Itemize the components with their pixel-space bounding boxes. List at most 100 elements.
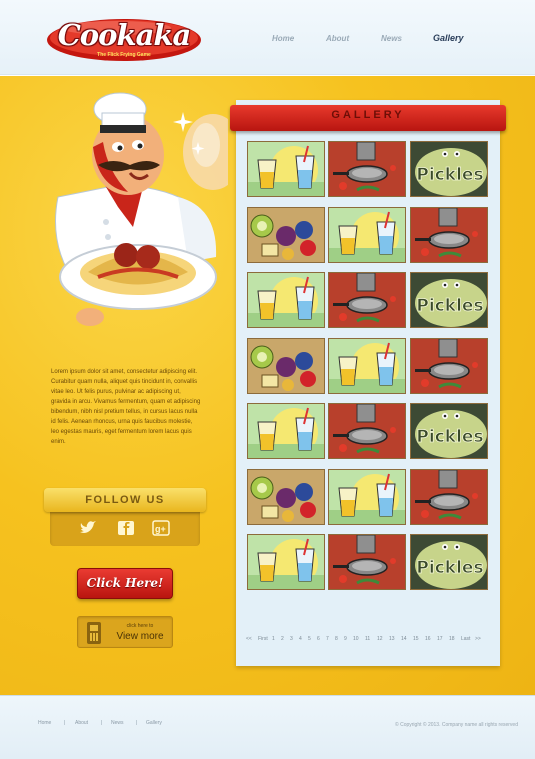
logo-text: Cookaka	[57, 18, 192, 52]
footer-link-about[interactable]: About	[75, 720, 88, 726]
gallery-thumbnail[interactable]	[410, 469, 488, 525]
google-plus-icon[interactable]: g+	[152, 520, 170, 536]
page-link[interactable]: 4	[299, 636, 302, 642]
copyright-text: © Copyright © 2013. Company name all rig…	[395, 722, 518, 728]
gallery-thumbnail[interactable]	[247, 207, 325, 263]
footer-link-gallery[interactable]: Gallery	[146, 720, 162, 726]
pan-artwork	[329, 535, 405, 589]
page-link[interactable]: 7	[326, 636, 329, 642]
pickles-artwork: Pickles	[411, 273, 487, 327]
twitter-icon[interactable]	[79, 520, 97, 536]
footer-separator: |	[136, 720, 138, 726]
gallery-banner: GALLERY	[230, 105, 506, 131]
page-link[interactable]: 6	[317, 636, 320, 642]
follow-us-box: g+ FOLLOW US	[44, 488, 206, 546]
nav-home[interactable]: Home	[272, 34, 294, 43]
page-link[interactable]: Last	[461, 636, 470, 642]
pan-artwork	[411, 339, 487, 393]
pan-artwork	[329, 142, 405, 196]
page-link[interactable]: 11	[365, 636, 370, 642]
pan-artwork	[329, 404, 405, 458]
page-link[interactable]: 2	[281, 636, 284, 642]
nav-gallery[interactable]: Gallery	[433, 33, 464, 43]
drinks-artwork	[248, 273, 324, 327]
page-link[interactable]: 17	[437, 636, 443, 642]
gallery-thumbnail[interactable]	[328, 534, 406, 590]
click-here-button[interactable]: Click Here!	[77, 568, 173, 599]
page-link[interactable]: 18	[449, 636, 455, 642]
chef-illustration	[55, 92, 228, 326]
gallery-thumbnail[interactable]	[328, 403, 406, 459]
view-more-small-label: click here to	[126, 623, 154, 629]
page-link[interactable]: 9	[344, 636, 347, 642]
fruits-artwork	[248, 470, 324, 524]
intro-text: Lorem ipsum dolor sit amet, consectetur …	[51, 369, 201, 445]
nav-about[interactable]: About	[326, 34, 349, 43]
pickles-artwork: Pickles	[411, 142, 487, 196]
pan-artwork	[329, 273, 405, 327]
pickles-artwork: Pickles	[411, 535, 487, 589]
page-link[interactable]: 5	[308, 636, 311, 642]
gallery-thumbnail[interactable]	[247, 403, 325, 459]
fruits-artwork	[248, 208, 324, 262]
page-link[interactable]: 10	[353, 636, 359, 642]
drinks-artwork	[248, 404, 324, 458]
fruits-artwork	[248, 339, 324, 393]
svg-text:Pickles: Pickles	[416, 558, 483, 578]
social-icons-tray: g+	[50, 512, 200, 546]
phone-icon	[87, 622, 101, 644]
footer-separator: |	[64, 720, 66, 726]
svg-text:Pickles: Pickles	[416, 427, 483, 447]
gallery-thumbnail[interactable]	[247, 534, 325, 590]
gallery-thumbnail[interactable]	[247, 338, 325, 394]
view-more-button[interactable]: click here to View more	[77, 616, 173, 648]
gallery-thumbnail[interactable]	[328, 272, 406, 328]
follow-us-title: FOLLOW US	[44, 488, 206, 512]
gallery-thumbnail[interactable]	[247, 272, 325, 328]
gallery-thumbnail[interactable]	[328, 207, 406, 263]
gallery-thumbnail[interactable]	[328, 141, 406, 197]
drinks-artwork	[329, 339, 405, 393]
page-link[interactable]: >>	[475, 636, 481, 642]
logo-tagline: The Flick Frying Game	[97, 52, 151, 58]
pickles-artwork: Pickles	[411, 404, 487, 458]
gallery-thumbnail[interactable]	[410, 338, 488, 394]
drinks-artwork	[329, 208, 405, 262]
page-link[interactable]: 8	[335, 636, 338, 642]
pan-artwork	[411, 208, 487, 262]
follow-us-label: FOLLOW US	[85, 494, 165, 506]
svg-text:g+: g+	[155, 524, 166, 534]
page-link[interactable]: 3	[290, 636, 293, 642]
facebook-icon[interactable]	[117, 520, 135, 536]
page-link[interactable]: 15	[413, 636, 419, 642]
svg-text:Pickles: Pickles	[416, 296, 483, 316]
gallery-thumbnail[interactable]: Pickles	[410, 272, 488, 328]
page-link[interactable]: 13	[389, 636, 395, 642]
svg-text:Pickles: Pickles	[416, 165, 483, 185]
pan-artwork	[411, 470, 487, 524]
page-link[interactable]: 16	[425, 636, 431, 642]
page-link[interactable]: 14	[401, 636, 407, 642]
logo[interactable]: Cookaka The Flick Frying Game	[46, 14, 202, 62]
gallery-thumbnail[interactable]	[247, 469, 325, 525]
page-link[interactable]: 12	[377, 636, 383, 642]
footer-link-news[interactable]: News	[111, 720, 124, 726]
gallery-thumbnail[interactable]: Pickles	[410, 534, 488, 590]
gallery-thumbnail[interactable]	[328, 338, 406, 394]
nav-news[interactable]: News	[381, 34, 402, 43]
page-link[interactable]: <<	[246, 636, 252, 642]
gallery-thumbnail[interactable]	[410, 207, 488, 263]
view-more-label: View more	[116, 631, 164, 642]
gallery-title: GALLERY	[331, 109, 405, 121]
gallery-thumbnail[interactable]: Pickles	[410, 141, 488, 197]
page-link[interactable]: 1	[272, 636, 275, 642]
gallery-thumbnail[interactable]	[328, 469, 406, 525]
gallery-thumbnail[interactable]	[247, 141, 325, 197]
page-link[interactable]: First	[258, 636, 268, 642]
header: Cookaka The Flick Frying Game Home About…	[0, 0, 535, 75]
drinks-artwork	[248, 535, 324, 589]
gallery-thumbnail[interactable]: Pickles	[410, 403, 488, 459]
footer-link-home[interactable]: Home	[38, 720, 51, 726]
drinks-artwork	[248, 142, 324, 196]
footer-separator: |	[101, 720, 103, 726]
